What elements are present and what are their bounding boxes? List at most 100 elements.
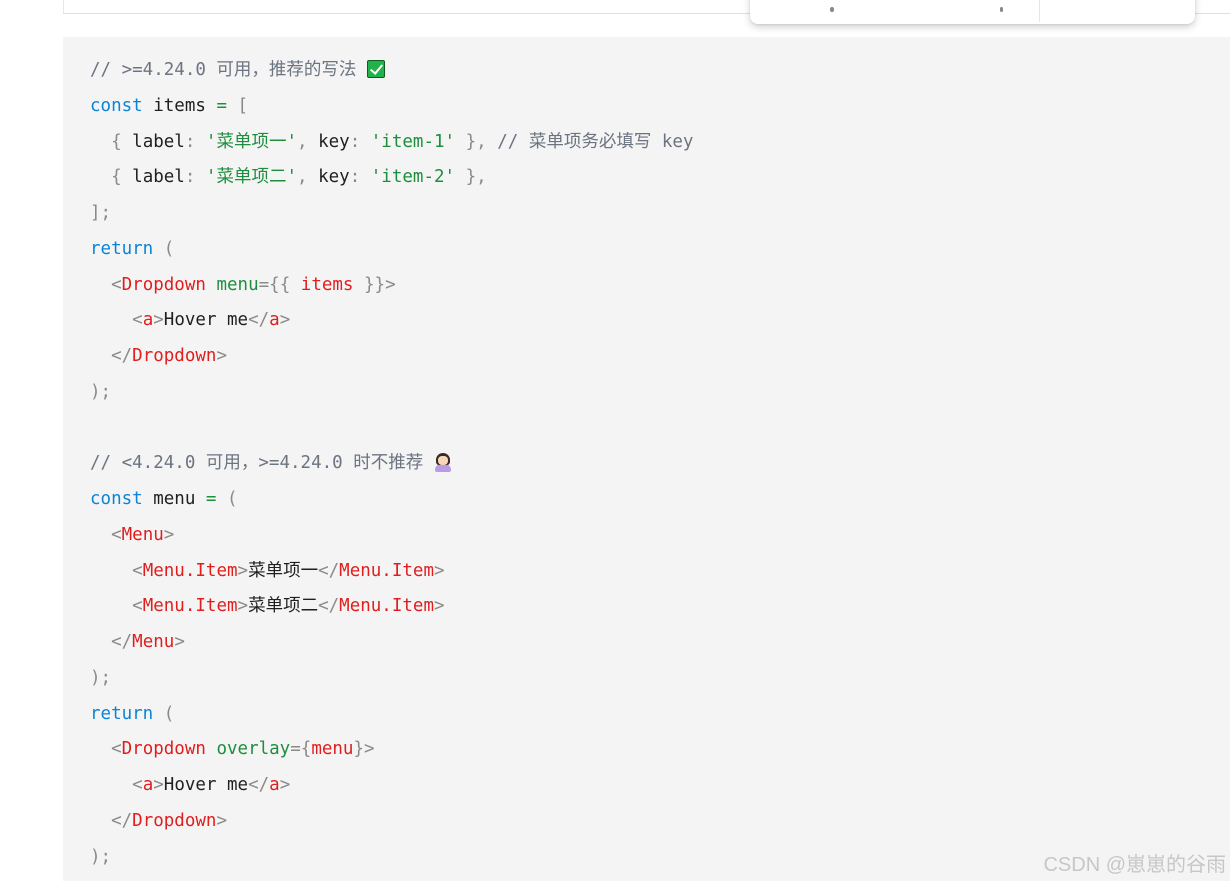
white-heavy-check-mark-icon (366, 60, 385, 78)
code-expression: items (300, 274, 354, 295)
person-gesturing-no-icon (434, 453, 452, 473)
code-property: label (132, 167, 185, 188)
popover-divider (1039, 0, 1040, 22)
code-punctuation: : (349, 131, 371, 152)
floating-popover[interactable] (750, 0, 1195, 24)
code-line: </Menu> (90, 625, 1230, 661)
code-line: { label: '菜单项一', key: 'item-1' }, // 菜单项… (90, 125, 1230, 161)
code-punctuation: < (132, 775, 143, 795)
code-property: key (318, 131, 350, 152)
code-punctuation: </ (318, 560, 340, 581)
popover-glyph (1000, 7, 1003, 12)
code-keyword: return (90, 238, 154, 259)
code-punctuation: ); (90, 846, 112, 867)
code-expression: menu (311, 739, 354, 760)
code-punctuation: , (297, 167, 319, 188)
code-line: return ( (90, 697, 1230, 733)
code-punctuation: ( (153, 238, 175, 259)
code-punctuation: : (349, 167, 371, 188)
code-tag: Menu (132, 632, 175, 652)
code-punctuation: }> (353, 739, 375, 760)
code-text: 菜单项二 (248, 596, 319, 617)
code-tag: a (269, 775, 280, 795)
code-tag: Dropdown (121, 739, 206, 760)
code-punctuation: < (132, 560, 143, 581)
code-attribute: menu (216, 274, 259, 295)
code-comment: // <4.24.0 可用，>=4.24.0 时不推荐 (90, 453, 434, 474)
code-line: <Dropdown menu={{ items }}> (90, 268, 1230, 304)
code-keyword: const (90, 489, 143, 509)
code-punctuation: > (153, 775, 164, 795)
code-line: </Dropdown> (90, 804, 1230, 840)
code-text: Hover me (163, 310, 249, 331)
code-identifier: menu (142, 489, 206, 509)
code-punctuation: ]; (90, 203, 112, 223)
code-operator: = (216, 95, 227, 116)
code-text: 菜单项一 (248, 560, 319, 581)
code-text: Hover me (163, 775, 249, 795)
code-keyword: return (90, 703, 154, 724)
code-punctuation: : (184, 131, 206, 152)
code-block[interactable]: // >=4.24.0 可用，推荐的写法 const items = [ { l… (63, 37, 1230, 881)
code-string: 'item-1' (370, 131, 456, 152)
code-keyword: const (90, 95, 143, 116)
code-line: <a>Hover me</a> (90, 768, 1230, 804)
code-punctuation: > (237, 560, 249, 581)
code-line: </Dropdown> (90, 339, 1230, 375)
code-lines: // >=4.24.0 可用，推荐的写法 const items = [ { l… (90, 53, 1230, 875)
code-line: const menu = ( (90, 482, 1230, 518)
code-line: <Dropdown overlay={menu}> (90, 732, 1230, 768)
code-punctuation: }, (455, 167, 487, 188)
code-operator: = (205, 489, 217, 509)
code-comment: // 菜单项务必填写 key (486, 131, 694, 152)
code-line: <Menu.Item>菜单项二</Menu.Item> (90, 589, 1230, 625)
code-punctuation: ( (216, 489, 238, 509)
code-punctuation: </ (248, 775, 270, 795)
code-punctuation: </ (111, 810, 133, 831)
code-punctuation: : (184, 167, 206, 188)
code-punctuation: ); (90, 667, 112, 688)
code-comment: // >=4.24.0 可用，推荐的写法 (90, 60, 367, 80)
popover-glyph (830, 7, 834, 12)
code-line: ); (90, 375, 1230, 411)
page: // >=4.24.0 可用，推荐的写法 const items = [ { l… (0, 0, 1230, 881)
code-punctuation: > (279, 775, 291, 795)
code-punctuation: , (297, 131, 319, 152)
code-punctuation: > (237, 596, 249, 617)
code-line: { label: '菜单项二', key: 'item-2' }, (90, 160, 1230, 196)
code-punctuation: > (163, 524, 175, 545)
code-tag: Menu.Item (339, 560, 434, 581)
code-punctuation: </ (111, 346, 133, 366)
code-identifier: items (142, 95, 217, 116)
code-punctuation: }}> (353, 274, 396, 295)
code-tag: a (142, 775, 154, 795)
code-string: '菜单项二' (205, 167, 297, 188)
code-punctuation: > (216, 810, 227, 831)
code-string: 'item-2' (370, 167, 456, 188)
code-property: label (132, 131, 185, 152)
code-punctuation: < (111, 739, 122, 760)
code-line: ); (90, 661, 1230, 697)
code-punctuation: < (111, 524, 122, 545)
code-punctuation: > (174, 632, 185, 652)
code-line: const items = [ (90, 89, 1230, 125)
code-punctuation: </ (248, 310, 270, 331)
code-punctuation: { (111, 167, 133, 188)
code-line: // <4.24.0 可用，>=4.24.0 时不推荐 (90, 446, 1230, 482)
code-punctuation: > (433, 560, 445, 581)
code-tag: Menu (121, 524, 164, 545)
code-tag: Menu.Item (142, 596, 238, 617)
code-tag: Dropdown (121, 274, 206, 295)
code-line: return ( (90, 232, 1230, 268)
code-punctuation: ={{ (258, 274, 301, 295)
code-punctuation: > (433, 596, 445, 617)
code-punctuation: < (132, 310, 143, 331)
